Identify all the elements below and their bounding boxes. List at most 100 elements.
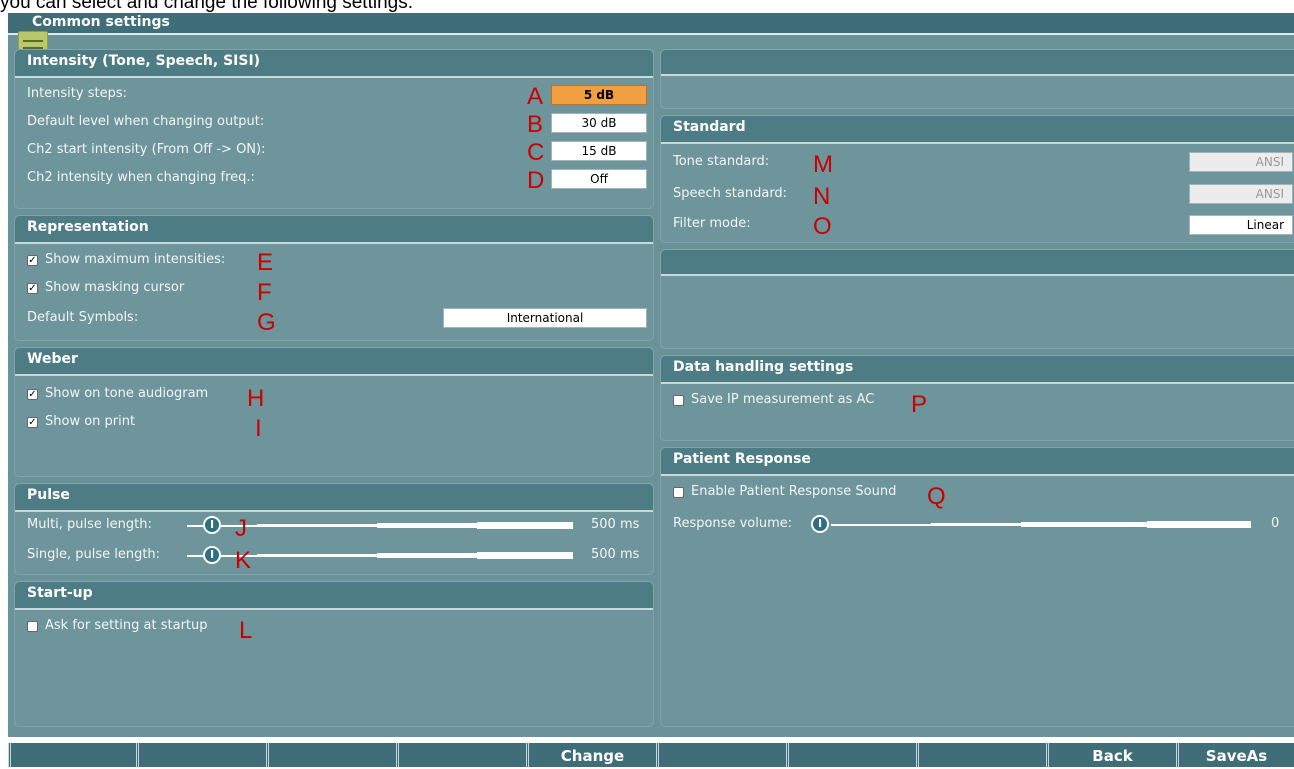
ask-setting-startup-label: Ask for setting at startup	[45, 618, 208, 633]
document-caption: you can select and change the following …	[0, 0, 413, 13]
intensity-steps-field[interactable]: 5 dB	[551, 85, 647, 105]
save-as-button[interactable]: SaveAs	[1176, 743, 1294, 767]
annotation-n: N	[813, 183, 831, 210]
default-level-field[interactable]: 30 dB	[551, 113, 647, 133]
show-max-intensities-label: Show maximum intensities:	[45, 252, 226, 267]
annotation-d: D	[527, 167, 545, 194]
single-pulse-track-seg2	[377, 553, 477, 558]
annotation-l: L	[239, 617, 253, 644]
single-pulse-length-value: 500 ms	[591, 547, 640, 562]
standard-panel-title: Standard	[673, 119, 746, 135]
filter-mode-label: Filter mode:	[673, 216, 751, 231]
change-button[interactable]: Change	[526, 743, 656, 767]
enable-response-sound-checkbox[interactable]	[673, 487, 684, 498]
annotation-c: C	[527, 139, 545, 166]
default-symbols-label: Default Symbols:	[27, 310, 139, 325]
annotation-k: K	[235, 547, 252, 574]
single-pulse-length-label: Single, pulse length:	[27, 547, 161, 562]
annotation-i: I	[255, 415, 262, 442]
pulse-panel: Pulse Multi, pulse length: I J 500 ms Si…	[14, 483, 654, 575]
volume-track-seg1	[931, 523, 1021, 526]
default-level-label: Default level when changing output:	[27, 114, 265, 129]
pulse-panel-title: Pulse	[27, 487, 70, 503]
speech-standard-label: Speech standard:	[673, 186, 788, 201]
single-pulse-slider-handle[interactable]: I	[203, 546, 221, 564]
single-pulse-track-seg3	[477, 552, 573, 559]
empty-panel-top	[660, 49, 1294, 109]
startup-panel-title: Start-up	[27, 585, 93, 601]
annotation-e: E	[257, 249, 274, 276]
speech-standard-field[interactable]: ANSI	[1189, 184, 1293, 204]
tone-standard-field[interactable]: ANSI	[1189, 152, 1293, 172]
function-key-7[interactable]	[786, 743, 916, 767]
multi-pulse-track-seg3	[477, 522, 573, 529]
volume-track-seg2	[1021, 522, 1147, 527]
response-volume-label: Response volume:	[673, 516, 793, 531]
show-masking-cursor-checkbox[interactable]: ✓	[27, 283, 38, 294]
annotation-p: P	[911, 391, 928, 418]
intensity-steps-label: Intensity steps:	[27, 86, 127, 101]
multi-pulse-track-seg2	[377, 523, 477, 528]
ch2-intensity-freq-label: Ch2 intensity when changing freq.:	[27, 170, 255, 185]
data-handling-panel-title: Data handling settings	[673, 359, 854, 375]
annotation-b: B	[527, 111, 544, 138]
filter-mode-field[interactable]: Linear	[1189, 215, 1293, 235]
intensity-panel-title: Intensity (Tone, Speech, SISI)	[27, 53, 261, 69]
empty-panel-middle-header	[661, 250, 1294, 276]
annotation-h: H	[247, 385, 265, 412]
window-title: Common settings	[32, 14, 170, 30]
function-key-4[interactable]	[396, 743, 526, 767]
function-key-8[interactable]	[916, 743, 1046, 767]
multi-pulse-length-value: 500 ms	[591, 517, 640, 532]
enable-response-sound-label: Enable Patient Response Sound	[691, 484, 897, 499]
response-volume-value: 0	[1271, 516, 1280, 531]
function-key-bar: Change Back SaveAs	[8, 743, 1294, 767]
volume-track-seg3	[1147, 521, 1251, 528]
annotation-f: F	[257, 279, 272, 306]
show-masking-cursor-label: Show masking cursor	[45, 280, 185, 295]
ask-setting-startup-checkbox[interactable]	[27, 621, 38, 632]
standard-panel-header: Standard	[661, 116, 1294, 144]
startup-panel: Start-up Ask for setting at startup L	[14, 581, 654, 727]
standard-panel: Standard Tone standard: M ANSI Speech st…	[660, 115, 1294, 243]
data-handling-panel-header: Data handling settings	[661, 356, 1294, 384]
empty-panel-middle	[660, 249, 1294, 349]
ch2-start-intensity-field[interactable]: 15 dB	[551, 141, 647, 161]
show-max-intensities-checkbox[interactable]: ✓	[27, 255, 38, 266]
function-key-2[interactable]	[136, 743, 266, 767]
function-key-1[interactable]	[8, 743, 136, 767]
representation-panel-title: Representation	[27, 219, 149, 235]
patient-response-panel-title: Patient Response	[673, 451, 811, 467]
weber-panel-header: Weber	[15, 348, 653, 376]
function-key-6[interactable]	[656, 743, 786, 767]
annotation-m: M	[813, 151, 833, 178]
weber-panel-title: Weber	[27, 351, 78, 367]
multi-pulse-track-seg1	[257, 524, 377, 527]
intensity-panel-header: Intensity (Tone, Speech, SISI)	[15, 50, 653, 78]
multi-pulse-slider-handle[interactable]: I	[203, 516, 221, 534]
startup-panel-header: Start-up	[15, 582, 653, 610]
ch2-intensity-freq-field[interactable]: Off	[551, 169, 647, 189]
weber-tone-audiogram-label: Show on tone audiogram	[45, 386, 209, 401]
response-volume-slider-handle[interactable]: I	[811, 515, 829, 533]
patient-response-panel-header: Patient Response	[661, 448, 1294, 476]
data-handling-panel: Data handling settings Save IP measureme…	[660, 355, 1294, 441]
patient-response-panel: Patient Response Enable Patient Response…	[660, 447, 1294, 727]
representation-panel-header: Representation	[15, 216, 653, 244]
weber-show-on-print-label: Show on print	[45, 414, 136, 429]
annotation-o: O	[813, 213, 832, 240]
empty-panel-top-header	[661, 50, 1294, 76]
volume-track-left	[831, 524, 931, 526]
single-pulse-track-seg1	[257, 554, 377, 557]
default-symbols-field[interactable]: International	[443, 308, 647, 328]
weber-show-on-print-checkbox[interactable]: ✓	[27, 417, 38, 428]
save-ip-as-ac-checkbox[interactable]	[673, 395, 684, 406]
back-button[interactable]: Back	[1046, 743, 1176, 767]
multi-pulse-length-label: Multi, pulse length:	[27, 517, 152, 532]
annotation-q: Q	[927, 483, 946, 510]
weber-panel: Weber ✓ Show on tone audiogram H ✓ Show …	[14, 347, 654, 477]
weber-tone-audiogram-checkbox[interactable]: ✓	[27, 389, 38, 400]
ch2-start-intensity-label: Ch2 start intensity (From Off -> ON):	[27, 142, 266, 157]
function-key-3[interactable]	[266, 743, 396, 767]
intensity-panel: Intensity (Tone, Speech, SISI) Intensity…	[14, 49, 654, 209]
